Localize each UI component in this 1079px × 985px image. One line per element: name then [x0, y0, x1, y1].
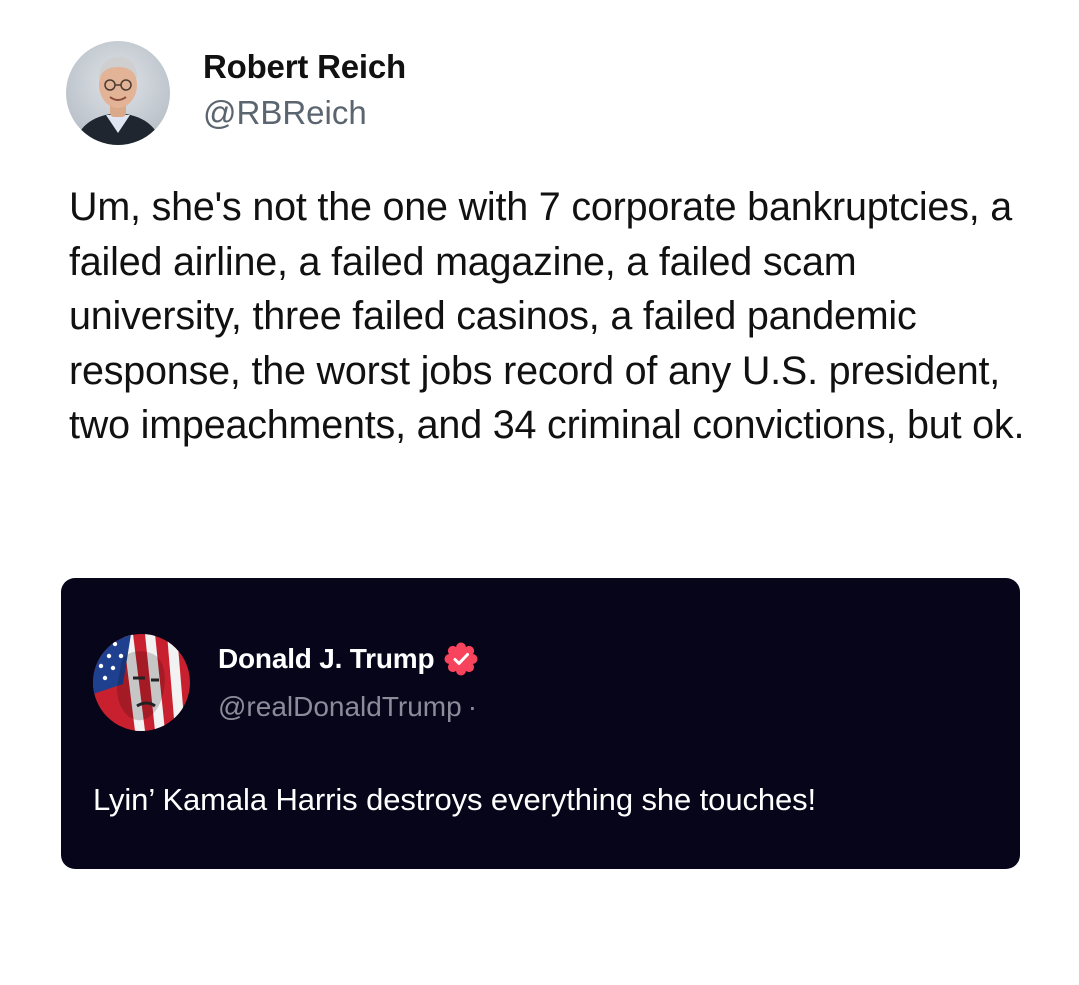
author-name[interactable]: Robert Reich: [203, 47, 406, 87]
person-photo-icon: [66, 41, 170, 145]
dot-separator: ·: [467, 691, 478, 722]
quoted-author-avatar[interactable]: [93, 634, 190, 731]
avatar[interactable]: [66, 41, 170, 145]
quoted-author-handle[interactable]: @realDonaldTrump: [218, 691, 462, 723]
post-card: Robert Reich @RBReich Um, she's not the …: [0, 0, 1079, 985]
quoted-author-name[interactable]: Donald J. Trump: [218, 643, 435, 675]
quoted-post-card[interactable]: Donald J. Trump @realDonaldTrump · Lyin’…: [61, 578, 1020, 869]
quoted-author-info: Donald J. Trump @realDonaldTrump ·: [218, 641, 478, 725]
verified-badge-icon: [444, 642, 478, 676]
quoted-post-text: Lyin’ Kamala Harris destroys everything …: [93, 782, 817, 817]
post-text: Um, she's not the one with 7 corporate b…: [69, 185, 1025, 447]
author-info: Robert Reich @RBReich: [203, 47, 406, 133]
quoted-author-handle-row: @realDonaldTrump ·: [218, 689, 478, 725]
quoted-author-name-row: Donald J. Trump: [218, 641, 478, 677]
author-handle[interactable]: @RBReich: [203, 93, 406, 133]
flag-portrait-icon: [93, 634, 190, 731]
